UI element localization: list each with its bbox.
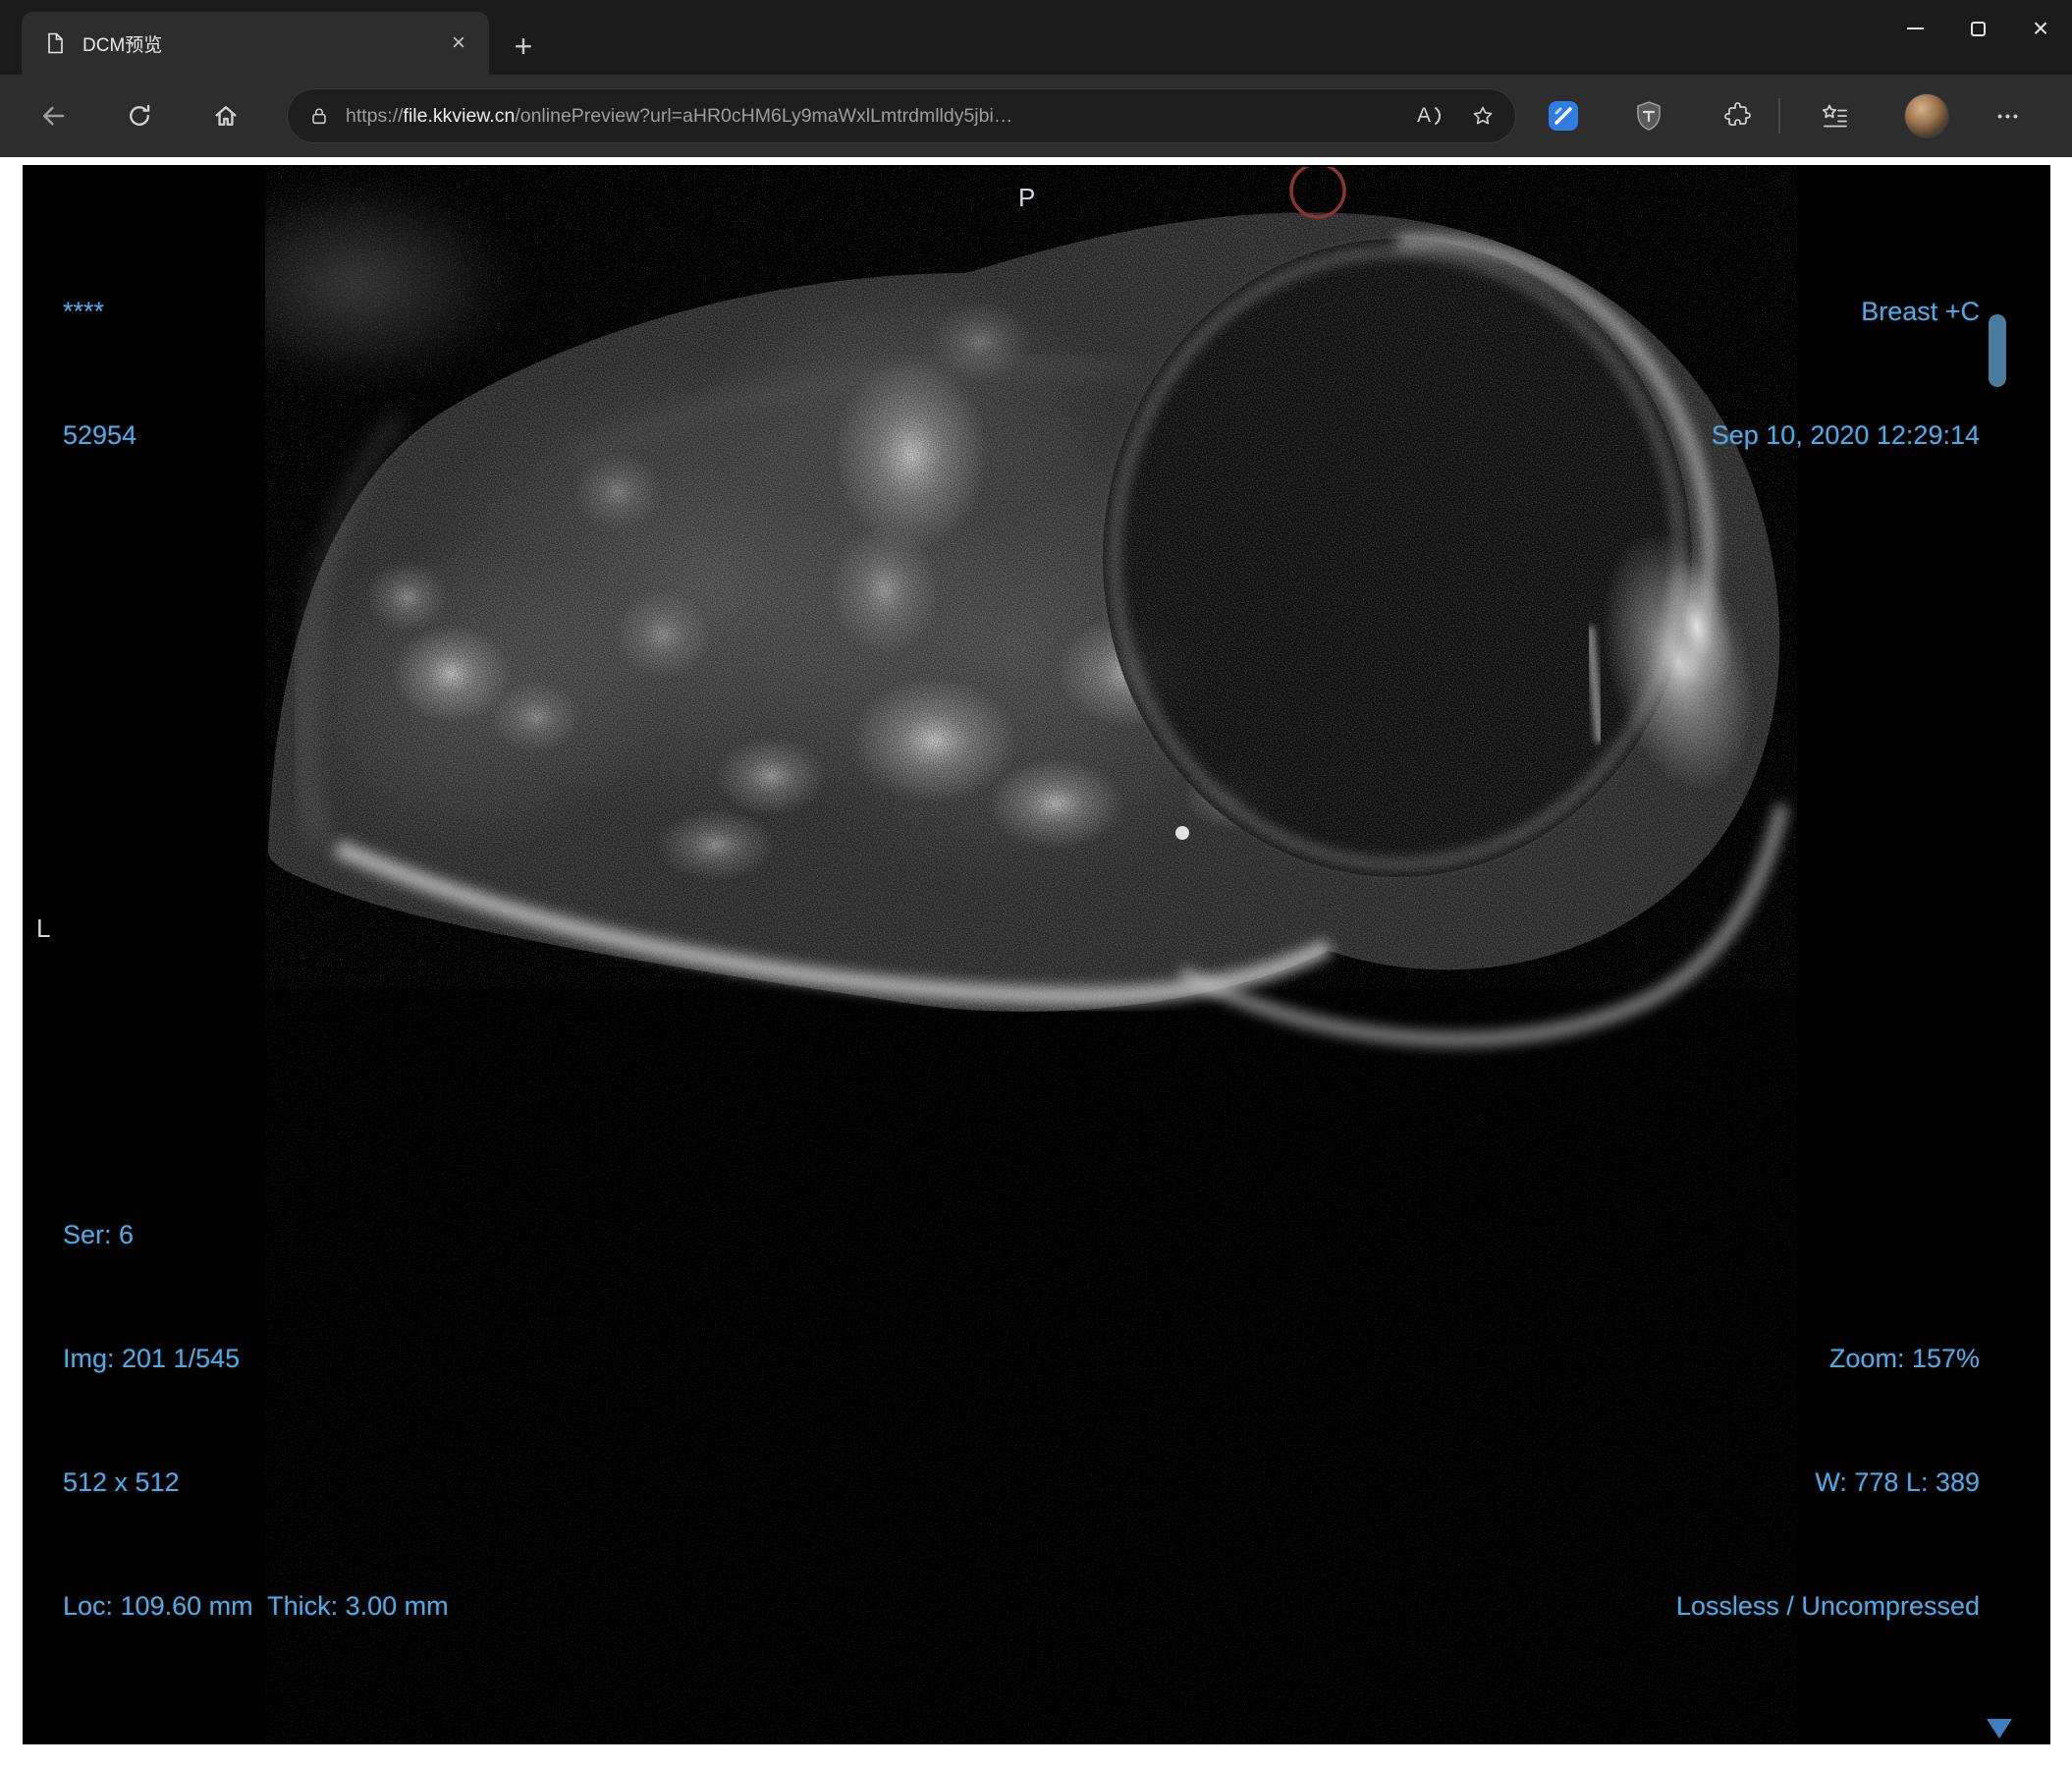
toolbar-divider	[1778, 98, 1780, 134]
tab-strip: DCM预览 × + ×	[0, 0, 2072, 75]
compression-info: Lossless / Uncompressed	[1675, 1591, 1980, 1621]
scroll-down-arrow[interactable]	[1987, 1719, 2012, 1739]
patient-id: 52954	[63, 420, 137, 450]
url-scheme: https://	[346, 104, 404, 127]
new-tab-button[interactable]: +	[503, 26, 544, 67]
browser-window: DCM预览 × + × https://file.kkview.cn/onlin…	[0, 0, 2072, 1768]
minimize-button[interactable]	[1883, 0, 1946, 57]
active-tab[interactable]: DCM预览 ×	[22, 12, 489, 75]
favorites-button[interactable]	[1811, 92, 1858, 139]
image-number: Img: 201 1/545	[63, 1344, 241, 1373]
address-bar-actions: A	[1417, 104, 1495, 128]
url-host: file.kkview.cn	[403, 104, 516, 127]
shield-icon	[1637, 101, 1661, 131]
tab-close-button[interactable]: ×	[442, 27, 475, 60]
blue-extension-glyph	[1549, 101, 1578, 131]
extensions-puzzle-icon[interactable]	[1714, 92, 1761, 139]
shield-extension-icon[interactable]	[1625, 92, 1672, 139]
blue-extension-icon[interactable]	[1540, 92, 1587, 139]
more-menu-button[interactable]: •••	[1986, 92, 2033, 139]
overlay-bottom-right: Zoom: 157% W: 778 L: 389 Lossless / Unco…	[1676, 1255, 1980, 1709]
patient-name-masked: ****	[63, 297, 105, 326]
study-description: Breast +C	[1861, 297, 1980, 326]
document-icon	[43, 31, 67, 55]
zoom-level: Zoom: 157%	[1828, 1344, 1980, 1373]
orientation-label-posterior: P	[1018, 183, 1036, 212]
lock-icon[interactable]	[308, 105, 330, 127]
sound-wave-icon	[1435, 107, 1441, 125]
overlay-top-left: **** 52954	[63, 208, 136, 538]
read-aloud-icon: A	[1416, 104, 1431, 127]
favorites-star-lines-icon	[1822, 104, 1847, 128]
read-aloud-button[interactable]: A	[1417, 104, 1444, 128]
puzzle-icon	[1724, 102, 1751, 126]
tab-title: DCM预览	[82, 34, 163, 56]
address-bar[interactable]: https://file.kkview.cn/onlinePreview?url…	[287, 88, 1516, 143]
overlay-bottom-left: Ser: 6 Img: 201 1/545 512 x 512 Loc: 109…	[63, 1132, 449, 1709]
dicom-viewer[interactable]: **** 52954 Breast +C Sep 10, 2020 12:29:…	[23, 165, 2050, 1744]
slice-scrollbar-thumb[interactable]	[1989, 314, 2006, 387]
url-path: /onlinePreview?url=aHR0cHM6Ly9maWxlLmtrd…	[515, 104, 1013, 127]
profile-avatar[interactable]	[1905, 94, 1948, 138]
url-text: https://file.kkview.cn/onlinePreview?url…	[346, 105, 1399, 128]
home-button[interactable]	[198, 88, 253, 143]
reload-icon	[130, 104, 150, 126]
page-background: **** 52954 Breast +C Sep 10, 2020 12:29:…	[0, 157, 2072, 1768]
maximize-icon	[1970, 21, 1986, 36]
window-level: W: 778 L: 389	[1815, 1467, 1980, 1497]
series-number: Ser: 6	[63, 1220, 135, 1249]
favorite-star-button[interactable]	[1471, 104, 1495, 128]
overlay-top-right: Breast +C Sep 10, 2020 12:29:14	[1712, 208, 1980, 538]
slice-location-thickness: Loc: 109.60 mm Thick: 3.00 mm	[63, 1591, 449, 1621]
star-icon	[1473, 106, 1493, 125]
back-icon	[43, 106, 65, 126]
back-button[interactable]	[26, 88, 81, 143]
browser-toolbar: https://file.kkview.cn/onlinePreview?url…	[0, 75, 2072, 157]
close-icon: ×	[2032, 13, 2049, 43]
home-icon	[215, 106, 237, 126]
acquisition-datetime: Sep 10, 2020 12:29:14	[1711, 420, 1980, 450]
close-button[interactable]: ×	[2009, 0, 2072, 57]
maximize-button[interactable]	[1946, 0, 2009, 57]
reload-button[interactable]	[112, 88, 167, 143]
orientation-label-left: L	[36, 913, 51, 943]
window-controls: ×	[1883, 0, 2072, 57]
minimize-icon	[1906, 28, 1924, 29]
matrix-size: 512 x 512	[63, 1467, 180, 1497]
